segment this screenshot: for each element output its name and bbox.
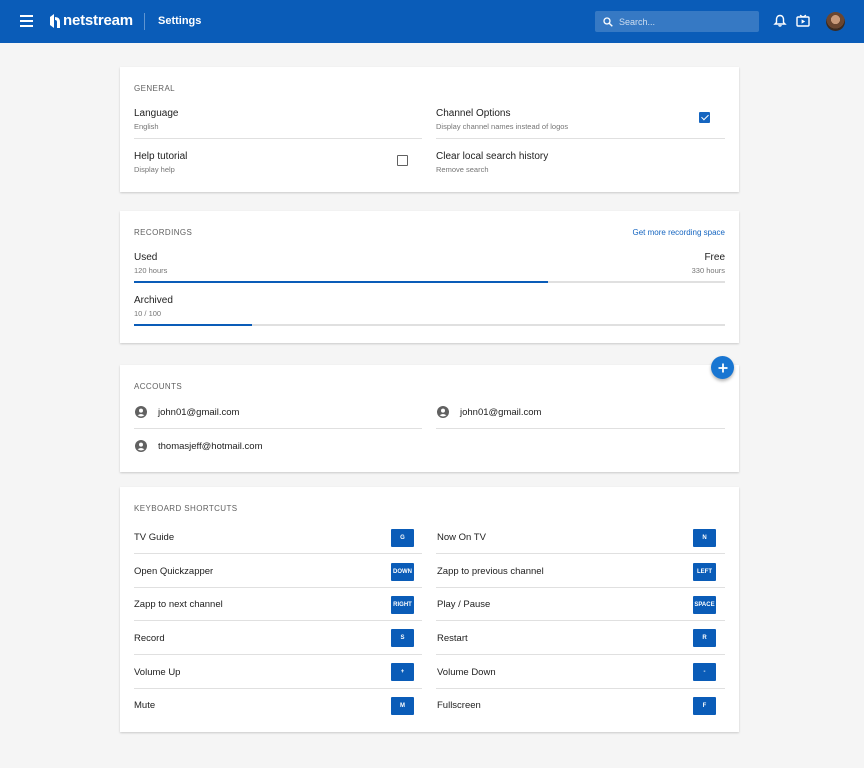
- account-item[interactable]: john01@gmail.com: [135, 406, 239, 418]
- divider: [134, 587, 422, 588]
- language-setting[interactable]: Language English: [134, 108, 179, 131]
- shortcut-label-open-quickzapper: Open Quickzapper: [134, 566, 214, 577]
- bell-icon[interactable]: [773, 14, 787, 28]
- key-badge-minus: -: [693, 663, 716, 681]
- account-email: thomasjeff@hotmail.com: [158, 440, 263, 452]
- app-bar: netstream Settings: [0, 0, 864, 43]
- recordings-card: RECORDINGS Get more recording space Used…: [120, 211, 739, 343]
- account-circle-icon: [437, 406, 449, 418]
- divider: [436, 428, 725, 429]
- key-badge-left: LEFT: [693, 563, 716, 581]
- key-badge-n: N: [693, 529, 716, 547]
- key-badge-space: SPACE: [693, 596, 716, 614]
- account-circle-icon: [135, 440, 147, 452]
- shortcut-label-restart: Restart: [437, 633, 468, 644]
- archived-label: Archived: [134, 295, 173, 306]
- archived-info: Archived 10 / 100: [134, 295, 173, 318]
- shortcut-label-now-on-tv: Now On TV: [437, 532, 486, 543]
- help-tutorial-description: Display help: [134, 165, 175, 174]
- help-tutorial-setting: Help tutorial Display help: [134, 151, 187, 174]
- key-badge-s: S: [391, 629, 414, 647]
- free-value: 330 hours: [691, 266, 725, 275]
- logo[interactable]: netstream: [48, 12, 133, 29]
- key-badge-m: M: [391, 697, 414, 715]
- account-item[interactable]: thomasjeff@hotmail.com: [135, 440, 263, 452]
- key-badge-down: DOWN: [391, 563, 414, 581]
- used-info: Used 120 hours: [134, 252, 167, 275]
- shortcut-label-mute: Mute: [134, 700, 156, 711]
- language-label: Language: [134, 108, 179, 119]
- section-title-accounts: ACCOUNTS: [134, 382, 183, 391]
- avatar[interactable]: [826, 12, 845, 31]
- divider: [134, 553, 422, 554]
- clear-search-setting[interactable]: Clear local search history Remove search: [436, 151, 548, 174]
- key-badge-plus: +: [391, 663, 414, 681]
- divider: [134, 688, 422, 689]
- search-icon: [603, 16, 613, 27]
- add-account-button[interactable]: [711, 356, 734, 379]
- shortcut-label-volume-down: Volume Down: [437, 667, 496, 678]
- page-title: Settings: [158, 15, 202, 27]
- channel-options-description: Display channel names instead of logos: [436, 122, 569, 131]
- free-info: Free 330 hours: [692, 252, 725, 275]
- free-label: Free: [704, 252, 725, 263]
- channel-options-label: Channel Options: [436, 108, 511, 119]
- shortcut-label-volume-up: Volume Up: [134, 667, 181, 678]
- plus-icon: [718, 363, 727, 372]
- netstream-logo-icon: [50, 13, 60, 28]
- accounts-card: ACCOUNTS john01@gmail.com john01@gmail.c…: [120, 365, 739, 472]
- channel-options-setting: Channel Options Display channel names in…: [436, 108, 568, 131]
- archived-progress-fill: [134, 324, 253, 326]
- shortcut-label-tv-guide: TV Guide: [134, 532, 175, 543]
- header-divider: [144, 13, 145, 30]
- divider: [134, 138, 422, 139]
- section-title-shortcuts: KEYBOARD SHORTCUTS: [134, 504, 238, 513]
- general-card: GENERAL Language English Channel Options…: [120, 67, 739, 192]
- account-email: john01@gmail.com: [158, 406, 240, 418]
- divider: [134, 428, 422, 429]
- divider: [134, 620, 422, 621]
- help-tutorial-label: Help tutorial: [134, 151, 188, 162]
- key-badge-r: R: [693, 629, 716, 647]
- divider: [436, 688, 725, 689]
- divider: [436, 654, 725, 655]
- divider: [134, 654, 422, 655]
- divider: [436, 620, 725, 621]
- shortcut-label-zapp-previous: Zapp to previous channel: [437, 566, 544, 577]
- channel-options-checkbox[interactable]: [699, 112, 710, 123]
- used-progress-fill: [134, 281, 548, 283]
- divider: [436, 553, 725, 554]
- brand-name: netstream: [63, 12, 133, 29]
- key-badge-right: RIGHT: [391, 596, 414, 614]
- clear-search-label: Clear local search history: [436, 151, 549, 162]
- account-circle-icon: [135, 406, 147, 418]
- shortcut-label-play-pause: Play / Pause: [437, 599, 491, 610]
- key-badge-f: F: [693, 697, 716, 715]
- language-value: English: [134, 122, 159, 131]
- archived-progress-track: [134, 324, 725, 326]
- tv-play-icon[interactable]: [796, 14, 810, 28]
- help-tutorial-checkbox[interactable]: [397, 155, 408, 166]
- used-value: 120 hours: [134, 266, 168, 275]
- keyboard-shortcuts-card: KEYBOARD SHORTCUTS TV Guide G Now On TV …: [120, 487, 739, 732]
- menu-icon[interactable]: [20, 15, 33, 27]
- shortcut-label-zapp-next: Zapp to next channel: [134, 599, 223, 610]
- account-item[interactable]: john01@gmail.com: [437, 406, 541, 418]
- key-badge-g: G: [391, 529, 414, 547]
- search-box[interactable]: [595, 11, 759, 32]
- divider: [436, 587, 725, 588]
- clear-search-description: Remove search: [436, 165, 489, 174]
- section-title-recordings: RECORDINGS: [134, 228, 193, 237]
- search-input[interactable]: [619, 16, 749, 27]
- account-email: john01@gmail.com: [460, 406, 542, 418]
- used-progress-track: [134, 281, 725, 283]
- get-more-space-link[interactable]: Get more recording space: [633, 228, 726, 237]
- section-title-general: GENERAL: [134, 84, 176, 93]
- archived-value: 10 / 100: [134, 309, 162, 318]
- divider: [436, 138, 725, 139]
- used-label: Used: [134, 252, 158, 263]
- shortcut-label-fullscreen: Fullscreen: [437, 700, 481, 711]
- shortcut-label-record: Record: [134, 633, 165, 644]
